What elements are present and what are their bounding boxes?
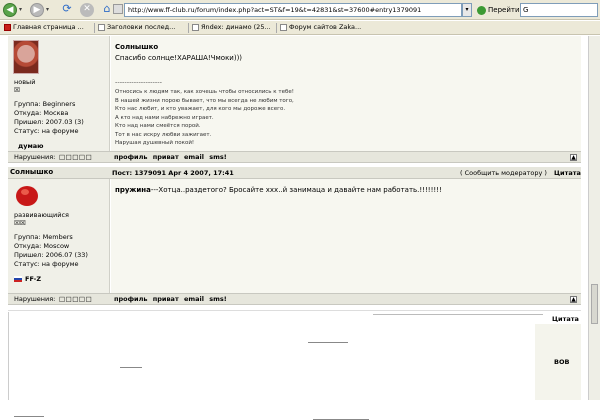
back-button[interactable]: ◀ [3,3,17,17]
forward-button[interactable]: ▶ [30,3,44,17]
bookmark-label: Яndex: динамо (25... [201,23,271,31]
user-location: Откуда: Moscow [14,242,70,250]
refresh-icon: ⟳ [62,2,72,15]
user-joined: Пришел: 2007.03 (3) [14,118,84,126]
render-artifact [120,367,142,368]
page-icon [113,4,123,14]
report-link[interactable]: ( Сообщить модератору ) [460,169,547,178]
violation-boxes: □□□□□ [59,295,93,303]
user-mood: FF-Z [25,275,42,283]
signature-divider: -------------------- [115,78,162,86]
signature-line: В нашей жизни порою бывает, что мы всегд… [115,97,294,104]
home-button[interactable]: ⌂ [100,3,114,17]
bookmark-label: Главная страница ... [13,23,84,31]
bookmark-label: Форум сайтов Zaka... [289,23,362,31]
bookmark-item[interactable]: Главная страница ... [4,23,84,31]
search-input[interactable]: G [520,3,598,17]
go-button[interactable]: Перейти [477,4,520,16]
violations-label: Нарушения: [14,295,56,303]
post3-left-border [8,312,9,400]
render-artifact [308,342,348,343]
bookmark-item[interactable]: Яndex: динамо (25... [192,23,271,31]
user-group: Группа: Beginners [14,100,76,108]
signature-line: Кто нас любит, и кто уважает, для кого м… [115,106,286,112]
forward-arrow-icon: ▶ [33,5,41,15]
avatar [13,40,39,74]
post-action-links[interactable]: профиль приват email sms! [114,295,227,304]
forward-dropdown-icon[interactable]: ▾ [46,6,49,13]
forum-page: новый ☒ Группа: Beginners Откуда: Москва… [0,36,600,420]
user-status: Статус: на форуме [14,127,79,135]
post1-body: Солнышко Спасибо солнце!ХАРАША!Чмоки))) … [111,36,581,151]
user-status: Статус: на форуме [14,260,79,268]
user-group: Группа: Members [14,233,73,241]
address-bar[interactable]: http://www.ff-club.ru/forum/index.php?ac… [124,3,462,17]
post-author[interactable]: Солнышко [10,168,53,176]
bookmark-icon [4,23,11,31]
bookmark-label: Заголовки послед... [107,23,176,31]
post2-body: пружина---Хотца..раздетого? Бросайте ххх… [111,179,581,293]
violation-boxes: □□□□□ [59,153,93,161]
post-text: Спасибо солнце!ХАРАША!Чмоки))) [115,54,243,62]
render-artifact [373,314,543,315]
quote-button[interactable]: Цитата [552,315,579,324]
address-dropdown-icon[interactable]: ▾ [462,3,472,17]
post2-user-panel: развивающийся ☒☒ Группа: Members Откуда:… [8,179,110,293]
scrollbar[interactable] [588,36,600,400]
user-location: Откуда: Москва [14,109,69,117]
divider [8,310,581,311]
post-meta: Пост: 1379091 Apr 4 2007, 17:41 [112,169,234,177]
stop-icon: ✕ [83,4,91,14]
render-artifact [14,416,44,417]
refresh-button[interactable]: ⟳ [60,3,74,17]
bookmark-separator [276,23,277,33]
home-icon: ⌂ [103,2,111,15]
post2-footer: Нарушения: □□□□□ профиль приват email sm… [8,293,581,305]
go-arrow-icon [477,5,486,15]
post-text: ---Хотца..раздетого? Бросайте ххх..й зан… [150,186,442,194]
collapse-icon[interactable]: ▲ [570,296,577,303]
bookmark-icon [98,23,105,31]
back-arrow-icon: ◀ [6,5,14,15]
bookmark-icon [192,23,199,31]
signature-line: Нарушая душевный покой! [115,140,195,146]
bookmarks-bar: Главная страница ... Заголовки послед...… [0,21,600,35]
signature-line: Кто над нами смеётся порой. [115,123,201,129]
post3-area: Цитата ВОВ [8,312,581,420]
quote-button[interactable]: Цитата [554,169,581,178]
collapse-icon[interactable]: ▲ [570,154,577,161]
signature-line: Относись к людям так, как хочешь чтобы о… [115,89,294,95]
back-dropdown-icon[interactable]: ▾ [19,6,22,13]
user-mood: думаю [18,142,44,150]
violations-label: Нарушения: [14,153,56,161]
user-rank-pips: ☒ [14,86,20,94]
post-action-links[interactable]: профиль приват email sms! [114,153,227,162]
quoted-user: пружина [115,186,151,194]
avatar [16,186,38,206]
signature-line: А кто над нами набрежно играет. [115,114,214,121]
bookmark-item[interactable]: Заголовки послед... [98,23,175,31]
user-joined: Пришел: 2006.07 (33) [14,251,88,259]
post2-header: Солнышко Пост: 1379091 Apr 4 2007, 17:41… [8,167,581,179]
right-label: ВОВ [554,358,570,366]
scrollbar-thumb[interactable] [591,284,598,324]
signature-block: Относись к людям так, как хочешь чтобы о… [115,88,294,148]
bookmark-icon [280,23,287,31]
flag-icon [14,276,22,282]
browser-toolbar: ◀ ▾ ▶ ▾ ⟳ ✕ ⌂ http://www.ff-club.ru/foru… [0,0,600,20]
post1-footer: Нарушения: □□□□□ профиль приват email sm… [8,151,581,163]
stop-button[interactable]: ✕ [80,3,94,17]
post1-user-panel: новый ☒ Группа: Beginners Откуда: Москва… [8,36,110,151]
user-rank-pips: ☒☒ [14,219,26,227]
bookmark-separator [94,23,95,33]
bookmark-separator [188,23,189,33]
go-label: Перейти [488,6,520,14]
post-signature-name: Солнышко [115,43,159,51]
signature-line: Тот в нас искру любви зажигает. [115,131,212,138]
bookmark-item[interactable]: Форум сайтов Zaka... [280,23,361,31]
